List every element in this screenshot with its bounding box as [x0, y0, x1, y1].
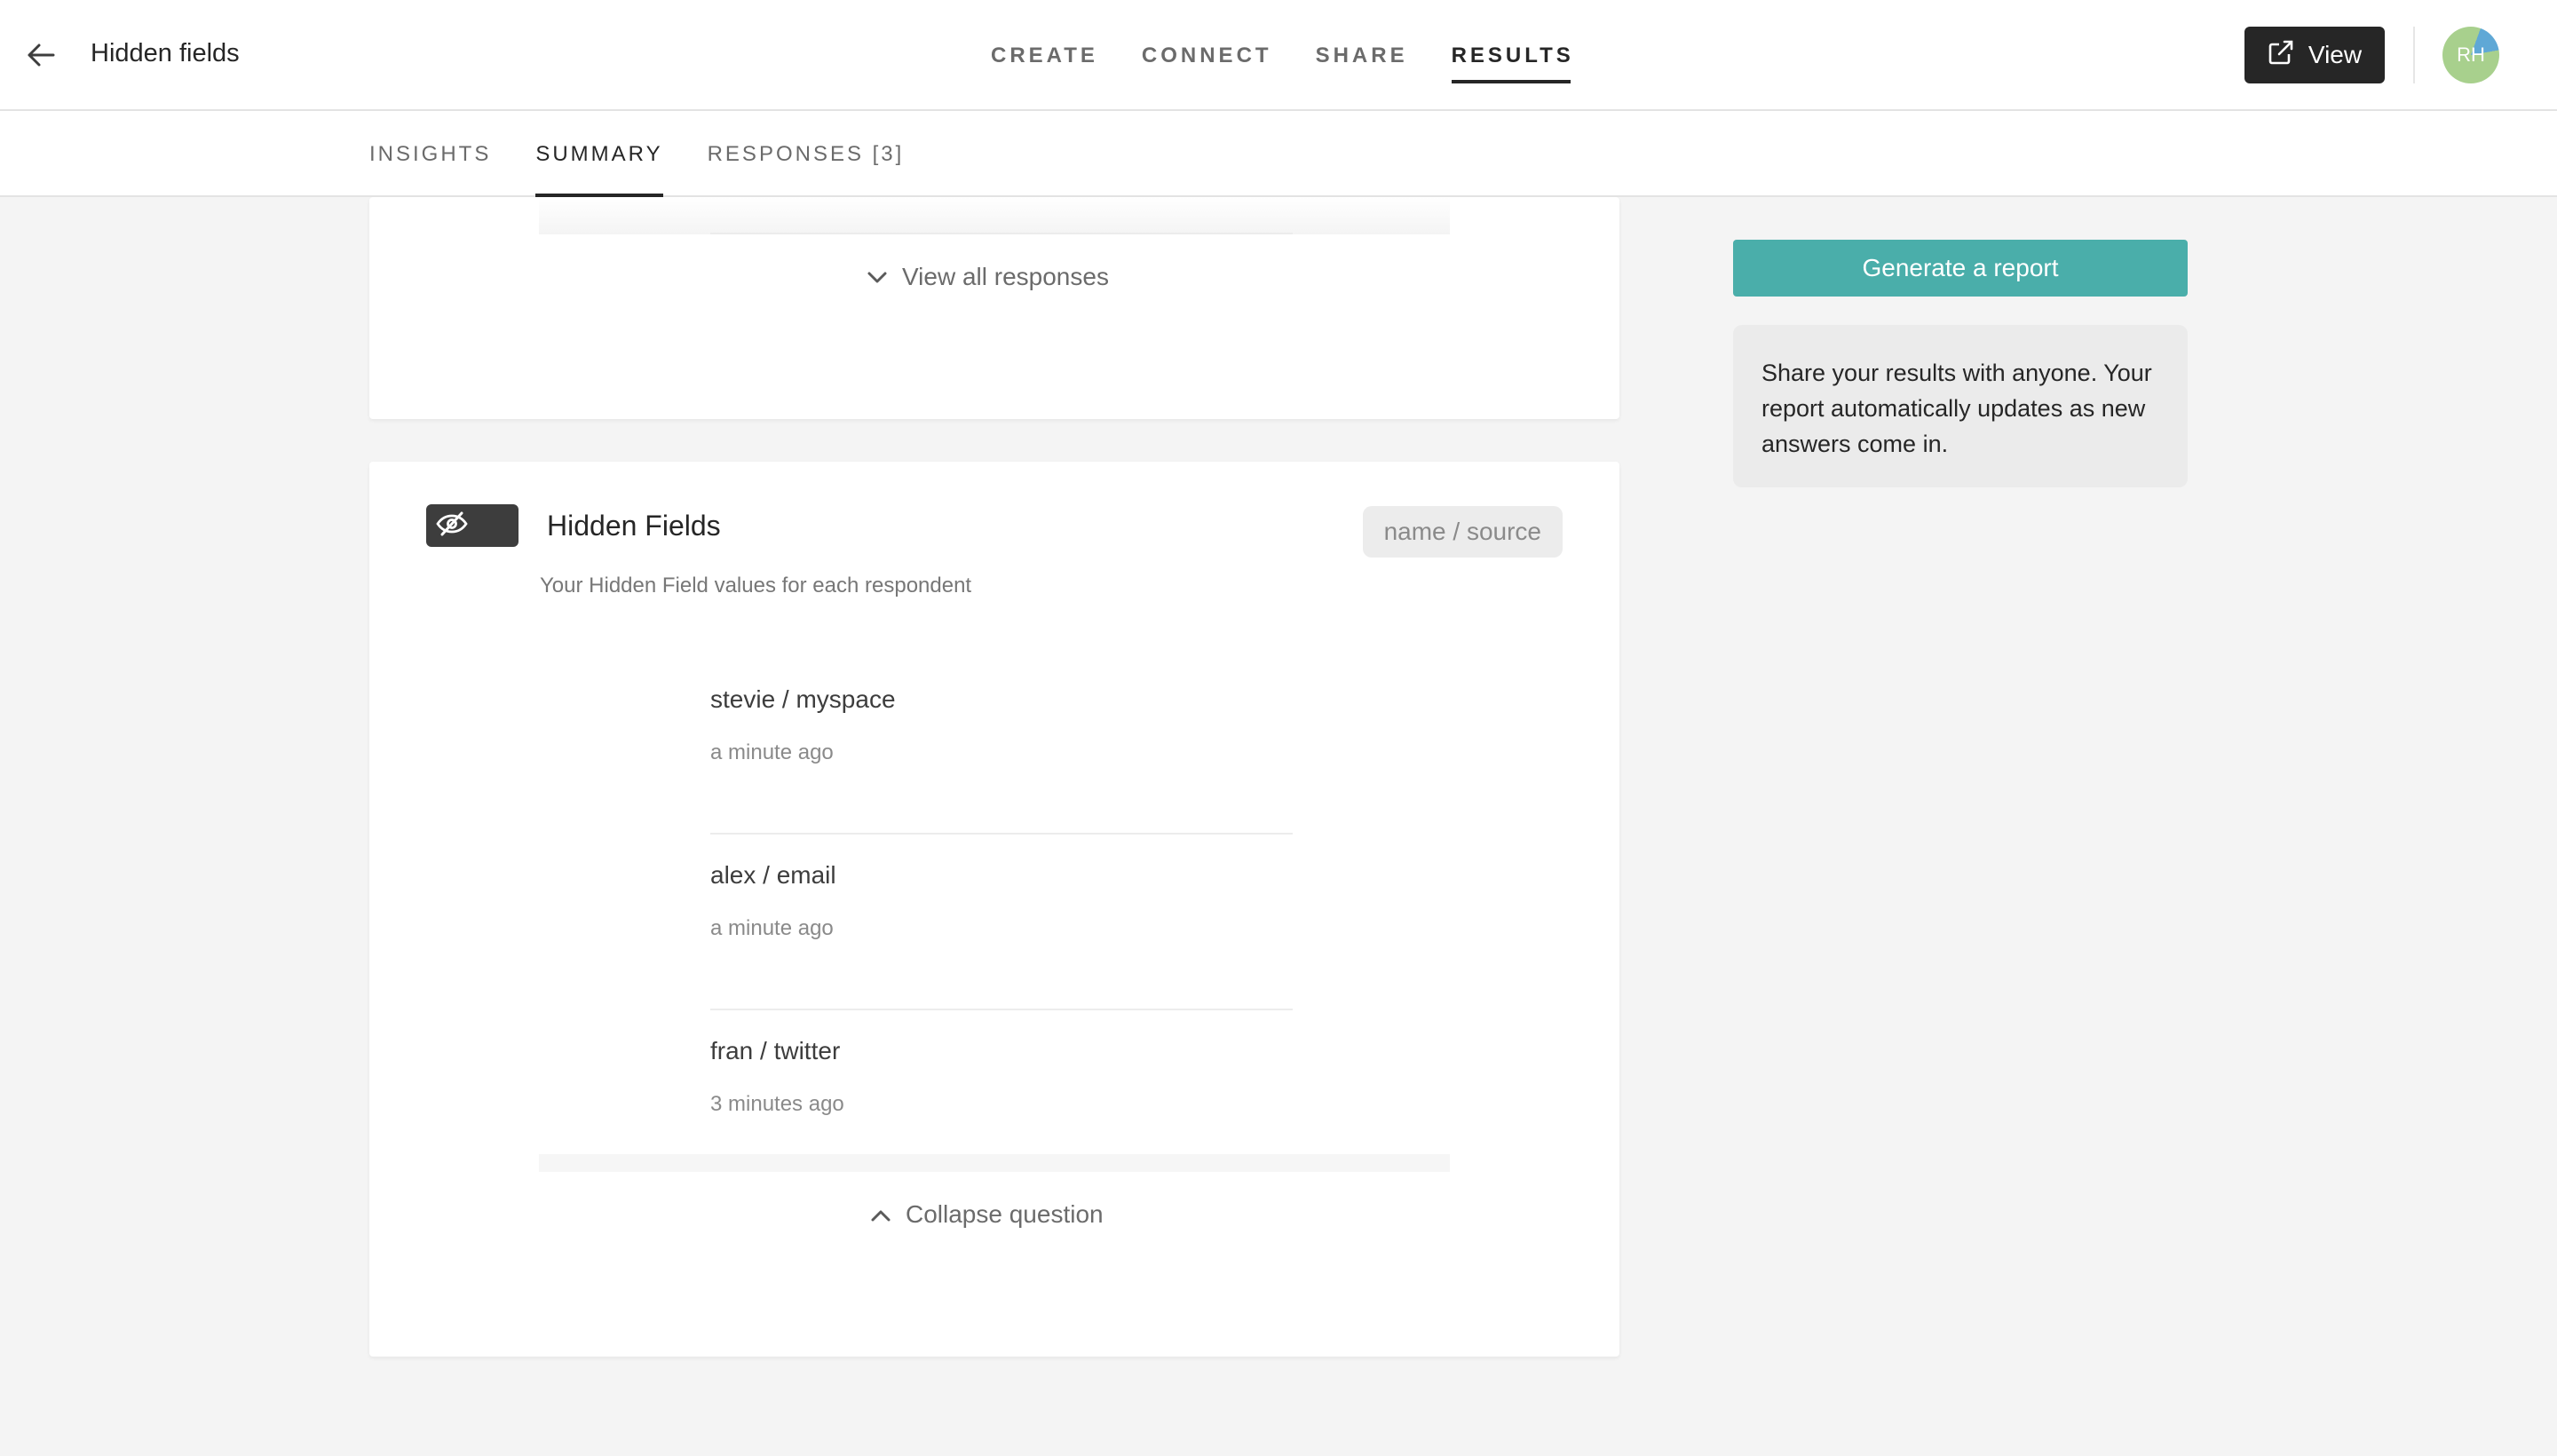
response-time: a minute ago [710, 916, 834, 940]
hidden-field-badge [426, 504, 519, 547]
nav-connect[interactable]: CONNECT [1142, 0, 1272, 111]
chevron-up-icon [870, 1200, 891, 1229]
chevron-down-icon [867, 263, 888, 291]
response-value: fran / twitter [710, 1037, 841, 1064]
response-value: alex / email [710, 861, 836, 889]
view-button-label: View [2308, 41, 2363, 68]
list-item: alex / email a minute ago [710, 835, 1293, 1010]
avatar[interactable]: RH [2442, 27, 2499, 83]
back-arrow-icon[interactable] [23, 37, 59, 73]
card-title: Hidden Fields [547, 510, 721, 542]
response-value: stevie / myspace [710, 685, 896, 713]
nav-create[interactable]: CREATE [991, 0, 1098, 111]
collapse-question-link[interactable]: Collapse question [870, 1200, 1104, 1229]
main-nav: CREATE CONNECT SHARE RESULTS [991, 0, 1618, 111]
hidden-fields-card: Hidden Fields name / source Your Hidden … [369, 462, 1619, 1357]
list-item: stevie / myspace a minute ago [710, 659, 1293, 835]
view-all-label: View all responses [902, 263, 1109, 290]
results-subnav: INSIGHTS SUMMARY RESPONSES [3] [0, 111, 2557, 197]
list-fade [539, 197, 1450, 234]
tab-insights[interactable]: INSIGHTS [369, 111, 491, 197]
report-info-box: Share your results with anyone. Your rep… [1733, 325, 2188, 487]
view-button[interactable]: View [2244, 27, 2385, 83]
responses-list: stevie / myspace a minute ago alex / ema… [710, 659, 1293, 1186]
header-divider [2413, 27, 2415, 83]
top-bar: Hidden fields CREATE CONNECT SHARE RESUL… [0, 0, 2557, 111]
nav-results[interactable]: RESULTS [1451, 0, 1574, 111]
list-divider [710, 233, 1293, 234]
nav-share[interactable]: SHARE [1316, 0, 1408, 111]
tab-responses[interactable]: RESPONSES [3] [708, 111, 905, 197]
previous-question-card: View all responses [369, 197, 1619, 419]
response-time: 3 minutes ago [710, 1092, 844, 1116]
tab-summary[interactable]: SUMMARY [535, 111, 663, 197]
card-description: Your Hidden Field values for each respon… [540, 574, 972, 597]
list-fade [539, 1154, 1450, 1172]
response-time: a minute ago [710, 740, 834, 764]
external-link-icon [2268, 39, 2294, 72]
generate-report-button[interactable]: Generate a report [1733, 240, 2188, 297]
eye-slash-icon [435, 510, 469, 542]
collapse-label: Collapse question [906, 1200, 1104, 1228]
view-all-responses-link[interactable]: View all responses [867, 263, 1109, 291]
form-title: Hidden fields [91, 39, 240, 67]
field-names-chip: name / source [1362, 506, 1563, 558]
